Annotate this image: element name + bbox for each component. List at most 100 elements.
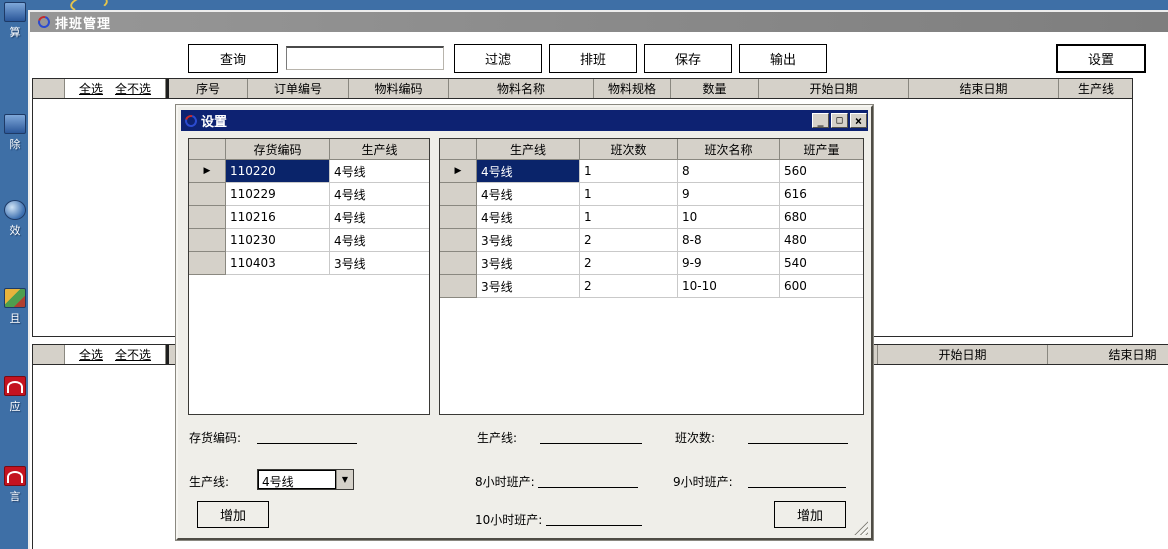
- cell-shift-count[interactable]: 2: [580, 275, 678, 298]
- resize-grip[interactable]: [854, 521, 868, 535]
- select-all-link[interactable]: 全选: [79, 346, 103, 363]
- row-selector-cell[interactable]: [440, 275, 477, 298]
- table-row[interactable]: 4号线 1 9 616: [440, 183, 863, 206]
- cell-shift-count[interactable]: 1: [580, 206, 678, 229]
- column-header-end-date[interactable]: 结束日期: [1048, 345, 1168, 364]
- row-selector-cell[interactable]: [189, 252, 226, 275]
- table-row[interactable]: ▶ 110220 4号线: [189, 160, 429, 183]
- desktop-icon-globe[interactable]: 效: [2, 200, 28, 238]
- cell-line[interactable]: 4号线: [477, 160, 580, 183]
- cell-shift-output[interactable]: 480: [780, 229, 863, 252]
- cell-shift-count[interactable]: 1: [580, 183, 678, 206]
- add-button-left[interactable]: 增加: [197, 501, 269, 528]
- column-header-shift-name[interactable]: 班次名称: [678, 139, 780, 160]
- row-selector-cell[interactable]: [189, 183, 226, 206]
- cell-line[interactable]: 4号线: [477, 183, 580, 206]
- cell-shift-output[interactable]: 680: [780, 206, 863, 229]
- select-none-link[interactable]: 全不选: [115, 80, 151, 97]
- cell-line[interactable]: 4号线: [330, 183, 429, 206]
- cell-line[interactable]: 3号线: [477, 229, 580, 252]
- chevron-down-icon[interactable]: ▼: [336, 470, 353, 489]
- cell-shift-name[interactable]: 8: [678, 160, 780, 183]
- dialog-titlebar[interactable]: 设置: [181, 110, 868, 131]
- close-icon[interactable]: ×: [850, 113, 867, 128]
- search-input[interactable]: [286, 46, 444, 70]
- cell-shift-count[interactable]: 1: [580, 160, 678, 183]
- select-all-link[interactable]: 全选: [79, 80, 103, 97]
- filter-button[interactable]: 过滤: [454, 44, 542, 73]
- cell-shift-name[interactable]: 9-9: [678, 252, 780, 275]
- row-selector-cell[interactable]: [189, 206, 226, 229]
- desktop-icon-red-app[interactable]: 应: [2, 376, 28, 414]
- column-header-end-date[interactable]: 结束日期: [909, 79, 1059, 98]
- cell-line[interactable]: 3号线: [330, 252, 429, 275]
- column-header-shift-output[interactable]: 班产量: [780, 139, 863, 160]
- column-header-material-name[interactable]: 物料名称: [449, 79, 594, 98]
- cell-shift-name[interactable]: 9: [678, 183, 780, 206]
- column-header-start-date[interactable]: 开始日期: [878, 345, 1048, 364]
- table-row[interactable]: 110403 3号线: [189, 252, 429, 275]
- main-window-titlebar[interactable]: 排班管理: [30, 12, 1168, 32]
- column-header-order[interactable]: 订单编号: [248, 79, 349, 98]
- cell-shift-output[interactable]: 560: [780, 160, 863, 183]
- row-selector-cell[interactable]: [440, 183, 477, 206]
- table-row[interactable]: 3号线 2 8-8 480: [440, 229, 863, 252]
- cell-line[interactable]: 4号线: [330, 206, 429, 229]
- settings-button[interactable]: 设置: [1056, 44, 1146, 73]
- row-selector-cell[interactable]: ▶: [440, 160, 477, 183]
- column-header-line[interactable]: 生产线: [1059, 79, 1132, 98]
- table-row[interactable]: 4号线 1 10 680: [440, 206, 863, 229]
- column-header-line[interactable]: 生产线: [477, 139, 580, 160]
- line-select[interactable]: 4号线 ▼: [257, 469, 354, 490]
- table-row[interactable]: ▶ 4号线 1 8 560: [440, 160, 863, 183]
- cell-shift-name[interactable]: 8-8: [678, 229, 780, 252]
- cell-inventory-code[interactable]: 110230: [226, 229, 330, 252]
- add-button-right[interactable]: 增加: [774, 501, 846, 528]
- row-selector-cell[interactable]: [440, 229, 477, 252]
- output-button[interactable]: 输出: [739, 44, 827, 73]
- save-button[interactable]: 保存: [644, 44, 732, 73]
- table-row[interactable]: 110216 4号线: [189, 206, 429, 229]
- cell-shift-output[interactable]: 540: [780, 252, 863, 275]
- cell-shift-output[interactable]: 600: [780, 275, 863, 298]
- table-row[interactable]: 110229 4号线: [189, 183, 429, 206]
- column-header-shift-count[interactable]: 班次数: [580, 139, 678, 160]
- cell-inventory-code[interactable]: 110220: [226, 160, 330, 183]
- table-row[interactable]: 3号线 2 10-10 600: [440, 275, 863, 298]
- cell-line[interactable]: 4号线: [330, 160, 429, 183]
- cell-line[interactable]: 4号线: [477, 206, 580, 229]
- row-selector-cell[interactable]: ▶: [189, 160, 226, 183]
- column-header-material-code[interactable]: 物料编码: [349, 79, 449, 98]
- column-header-quantity[interactable]: 数量: [671, 79, 759, 98]
- cell-inventory-code[interactable]: 110229: [226, 183, 330, 206]
- column-header-line[interactable]: 生产线: [330, 139, 429, 160]
- row-selector-cell[interactable]: [440, 252, 477, 275]
- cell-shift-count[interactable]: 2: [580, 252, 678, 275]
- cell-line[interactable]: 4号线: [330, 229, 429, 252]
- query-button[interactable]: 查询: [188, 44, 278, 73]
- select-none-link[interactable]: 全不选: [115, 346, 151, 363]
- column-header-material-spec[interactable]: 物料规格: [594, 79, 671, 98]
- maximize-button[interactable]: □: [831, 113, 848, 128]
- schedule-button[interactable]: 排班: [549, 44, 637, 73]
- desktop-icon-app[interactable]: 且: [2, 288, 28, 326]
- desktop-icon-red-app-2[interactable]: 言: [2, 466, 28, 504]
- cell-line[interactable]: 3号线: [477, 275, 580, 298]
- cell-shift-name[interactable]: 10-10: [678, 275, 780, 298]
- cell-inventory-code[interactable]: 110216: [226, 206, 330, 229]
- minimize-button[interactable]: _: [812, 113, 829, 128]
- cell-shift-name[interactable]: 10: [678, 206, 780, 229]
- desktop-icon-computer-2[interactable]: 除: [2, 114, 28, 152]
- cell-inventory-code[interactable]: 110403: [226, 252, 330, 275]
- row-selector-cell[interactable]: [440, 206, 477, 229]
- row-selector-cell[interactable]: [189, 229, 226, 252]
- column-header-seq[interactable]: 序号: [169, 79, 248, 98]
- column-header-start-date[interactable]: 开始日期: [759, 79, 909, 98]
- table-row[interactable]: 3号线 2 9-9 540: [440, 252, 863, 275]
- cell-shift-output[interactable]: 616: [780, 183, 863, 206]
- table-row[interactable]: 110230 4号线: [189, 229, 429, 252]
- column-header-inventory-code[interactable]: 存货编码: [226, 139, 330, 160]
- desktop-icon-computer[interactable]: 算: [2, 2, 28, 40]
- cell-shift-count[interactable]: 2: [580, 229, 678, 252]
- cell-line[interactable]: 3号线: [477, 252, 580, 275]
